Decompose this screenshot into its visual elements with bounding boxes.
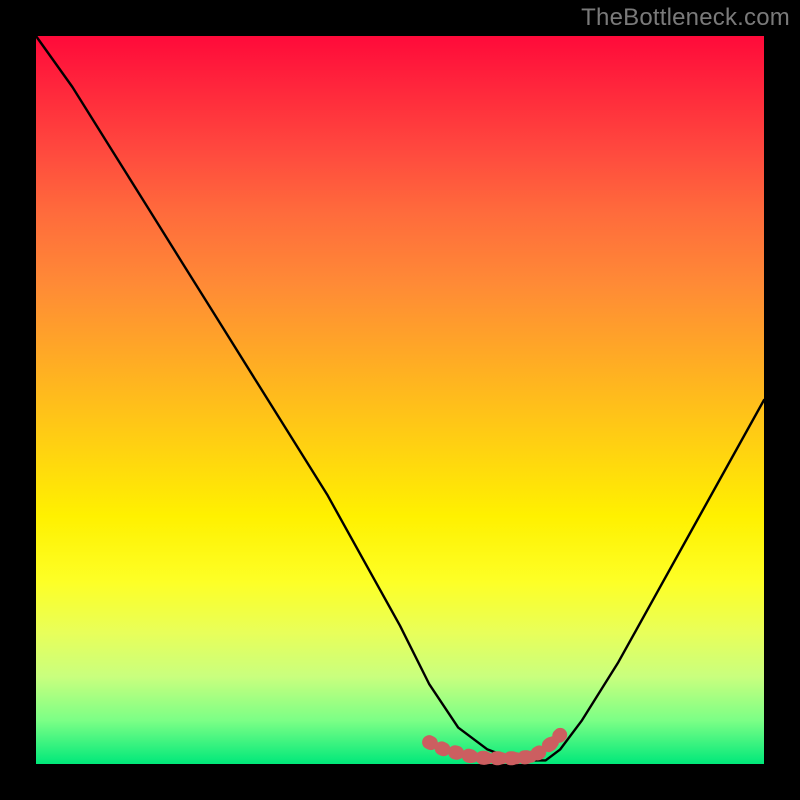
- watermark-text: TheBottleneck.com: [581, 4, 790, 32]
- plot-gradient-area: [36, 36, 764, 764]
- chart-frame: TheBottleneck.com: [0, 0, 800, 800]
